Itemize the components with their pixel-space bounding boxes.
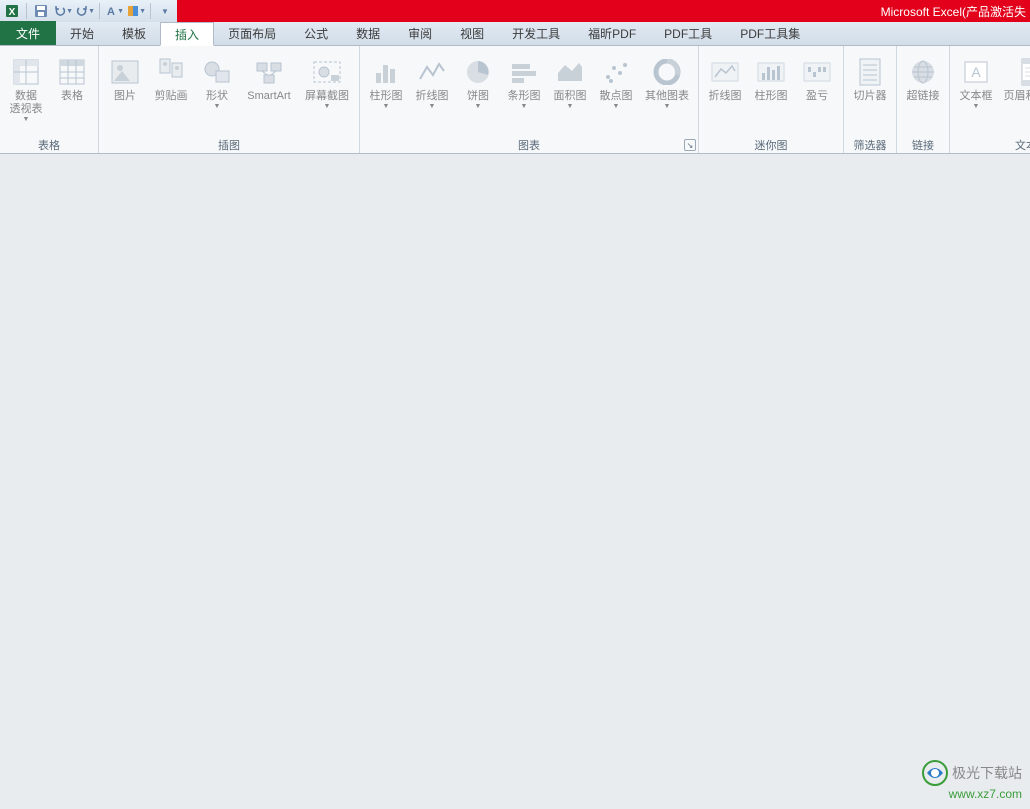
tab-review[interactable]: 审阅 (394, 21, 446, 45)
group-tables: 数据 透视表 ▼ 表格 表格 (0, 46, 99, 153)
chevron-down-icon: ▼ (475, 103, 482, 111)
watermark-site: 极光下载站 (952, 763, 1022, 783)
watermark: 极光下载站 www.xz7.com (922, 760, 1022, 801)
chevron-down-icon: ▼ (973, 103, 980, 111)
qat-separator (26, 3, 27, 19)
smartart-button[interactable]: SmartArt (243, 54, 295, 103)
clipart-button[interactable]: 剪贴画 (151, 54, 191, 103)
watermark-logo-icon (922, 760, 948, 786)
svg-text:X: X (9, 7, 16, 18)
pie-chart-button[interactable]: 饼图 ▼ (458, 54, 498, 111)
save-icon[interactable] (31, 1, 51, 21)
chevron-down-icon: ▼ (521, 103, 528, 111)
group-charts: 柱形图 ▼ 折线图 ▼ 饼图 ▼ 条形图 ▼ 面积图 ▼ (360, 46, 699, 153)
line-chart-button[interactable]: 折线图 ▼ (412, 54, 452, 111)
tab-foxitpdf[interactable]: 福昕PDF (574, 21, 650, 45)
tab-pdftoolset[interactable]: PDF工具集 (726, 21, 814, 45)
title-text-bar: Microsoft Excel(产品激活失 (177, 0, 1030, 22)
picture-button[interactable]: 图片 (105, 54, 145, 103)
textbox-button[interactable]: A 文本框 ▼ (956, 54, 996, 111)
chevron-down-icon: ▼ (383, 103, 390, 111)
group-label: 文本 (956, 135, 1030, 153)
watermark-url: www.xz7.com (922, 787, 1022, 801)
qat-separator (99, 3, 100, 19)
chevron-down-icon: ▼ (664, 103, 671, 111)
scatter-chart-button[interactable]: 散点图 ▼ (596, 54, 636, 111)
group-label: 链接 (903, 135, 943, 153)
ribbon-tabs: 文件 开始 模板 插入 页面布局 公式 数据 审阅 视图 开发工具 福昕PDF … (0, 22, 1030, 46)
group-sparklines: 折线图 柱形图 盈亏 迷你图 (699, 46, 844, 153)
qat-separator (150, 3, 151, 19)
tab-pagelayout[interactable]: 页面布局 (214, 21, 290, 45)
group-text: A 文本框 ▼ 页眉和页脚 A 艺术 ▼ 文本 (950, 46, 1030, 153)
group-label: 表格 (6, 135, 92, 153)
chevron-down-icon: ▼ (613, 103, 620, 111)
group-filter: 切片器 筛选器 (844, 46, 897, 153)
screenshot-button[interactable]: 屏幕截图 ▼ (301, 54, 353, 111)
table-button[interactable]: 表格 (52, 54, 92, 103)
svg-text:A: A (107, 6, 115, 18)
tab-insert[interactable]: 插入 (160, 22, 214, 46)
paste-options-icon[interactable]: ▼ (126, 1, 146, 21)
svg-text:A: A (971, 64, 981, 80)
chevron-down-icon: ▼ (23, 116, 30, 124)
tab-pdftools[interactable]: PDF工具 (650, 21, 726, 45)
slicer-button[interactable]: 切片器 (850, 54, 890, 103)
bar-chart-button[interactable]: 条形图 ▼ (504, 54, 544, 111)
find-icon[interactable]: A ▼ (104, 1, 124, 21)
group-links: 超链接 链接 (897, 46, 950, 153)
sparkline-column-button[interactable]: 柱形图 (751, 54, 791, 103)
shapes-button[interactable]: 形状 ▼ (197, 54, 237, 111)
other-charts-button[interactable]: 其他图表 ▼ (642, 54, 692, 111)
chevron-down-icon: ▼ (214, 103, 221, 111)
header-footer-button[interactable]: 页眉和页脚 (1002, 54, 1030, 103)
sparkline-winloss-button[interactable]: 盈亏 (797, 54, 837, 103)
excel-icon[interactable]: X (2, 1, 22, 21)
tab-view[interactable]: 视图 (446, 21, 498, 45)
tab-home[interactable]: 开始 (56, 21, 108, 45)
workspace (0, 154, 1030, 809)
chevron-down-icon: ▼ (324, 103, 331, 111)
group-label: 插图 (105, 135, 353, 153)
customize-qat-icon[interactable]: ▼ (155, 1, 175, 21)
area-chart-button[interactable]: 面积图 ▼ (550, 54, 590, 111)
group-illustrations: 图片 剪贴画 形状 ▼ SmartArt 屏幕截图 ▼ 插图 (99, 46, 360, 153)
chevron-down-icon: ▼ (567, 103, 574, 111)
tab-file[interactable]: 文件 (0, 21, 56, 45)
app-title: Microsoft Excel(产品激活失 (881, 3, 1026, 20)
dialog-launcher-icon[interactable]: ↘ (684, 139, 696, 151)
column-chart-button[interactable]: 柱形图 ▼ (366, 54, 406, 111)
hyperlink-button[interactable]: 超链接 (903, 54, 943, 103)
tab-formulas[interactable]: 公式 (290, 21, 342, 45)
ribbon: 数据 透视表 ▼ 表格 表格 图片 剪贴画 形状 ▼ (0, 46, 1030, 154)
group-label: 迷你图 (705, 135, 837, 153)
group-label: 筛选器 (850, 135, 890, 153)
tab-template[interactable]: 模板 (108, 21, 160, 45)
group-label: 图表 (366, 135, 692, 153)
chevron-down-icon: ▼ (429, 103, 436, 111)
tab-data[interactable]: 数据 (342, 21, 394, 45)
redo-icon[interactable]: ▼ (75, 1, 95, 21)
tab-developer[interactable]: 开发工具 (498, 21, 574, 45)
quick-access-toolbar: X ▼ ▼ A ▼ ▼ ▼ (0, 0, 177, 22)
undo-icon[interactable]: ▼ (53, 1, 73, 21)
pivot-table-button[interactable]: 数据 透视表 ▼ (6, 54, 46, 124)
sparkline-line-button[interactable]: 折线图 (705, 54, 745, 103)
title-bar: X ▼ ▼ A ▼ ▼ ▼ Microsoft Excel(产品激活失 (0, 0, 1030, 22)
